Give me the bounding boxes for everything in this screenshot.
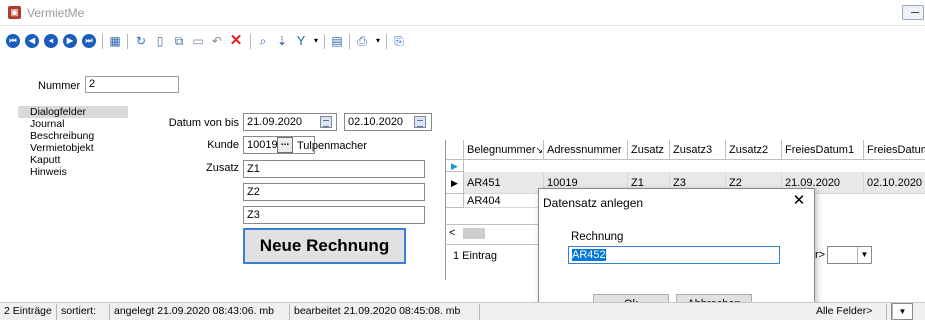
delete-icon[interactable]: ✕ (229, 33, 243, 48)
sidebar-item-kaputt[interactable]: Kaputt (18, 154, 128, 166)
window-title: VermietMe (27, 6, 85, 20)
customer-label: Kunde (207, 139, 239, 151)
sidebar-item-dialogfelder[interactable]: Dialogfelder (18, 106, 128, 118)
last-icon[interactable]: ⏭ (82, 34, 96, 48)
toolbar-separator (324, 34, 325, 49)
toolbar-separator (349, 34, 350, 49)
save-icon[interactable]: ▭ (191, 34, 205, 48)
status-fields[interactable]: Alle Felder> (812, 304, 887, 320)
status-entry-count: 2 Einträge (0, 304, 57, 320)
extra-field-2[interactable]: Z2 (243, 183, 425, 201)
filter-cursor-icon[interactable]: ⇣ (275, 34, 289, 48)
new-icon[interactable]: ▯ (153, 34, 167, 48)
scrollbar-thumb[interactable] (463, 228, 485, 239)
grid-cell[interactable]: AR404 (464, 194, 544, 208)
first-icon[interactable]: ⏮ (6, 34, 20, 48)
number-label: Nummer (38, 80, 81, 92)
toolbar-separator (127, 34, 128, 49)
grid-cell[interactable]: AR451 (464, 172, 544, 194)
new-invoice-button[interactable]: Neue Rechnung (243, 228, 406, 264)
prev-page-icon[interactable]: ◀ (25, 34, 39, 48)
create-record-dialog: Datensatz anlegen ✕ Rechnung AR452 Ok Ab… (538, 188, 815, 320)
chevron-down-icon[interactable]: ▼ (857, 247, 871, 263)
dropdown-icon[interactable]: ▾ (309, 34, 323, 48)
column-header-belegnummer[interactable]: Belegnummer↘ (464, 140, 544, 160)
toolbar-separator (250, 34, 251, 49)
filter-combo[interactable]: ▼ (827, 246, 872, 264)
status-sorted: sortiert: (57, 304, 110, 320)
grid-entry-count: 1 Eintrag (445, 244, 545, 266)
app-icon: ▣ (8, 6, 21, 19)
invoice-label: Rechnung (571, 231, 624, 243)
undo-icon[interactable]: ↶ (210, 34, 224, 48)
row-indicator (446, 194, 464, 208)
column-header-adressnummer[interactable]: Adressnummer (544, 140, 628, 160)
print-dropdown-icon[interactable]: ▾ (371, 34, 385, 48)
current-row-indicator-icon: ▶ (446, 172, 464, 194)
next-icon[interactable]: ▶ (63, 34, 77, 48)
sidebar-item-beschreibung[interactable]: Beschreibung (18, 130, 128, 142)
minimize-button[interactable] (902, 5, 924, 20)
scroll-left-icon[interactable]: < (449, 227, 455, 239)
toolbar-separator (102, 34, 103, 49)
column-header-zusatz3[interactable]: Zusatz3 (670, 140, 726, 160)
sidebar: Dialogfelder Journal Beschreibung Vermie… (18, 106, 128, 282)
horizontal-scrollbar[interactable]: < (445, 224, 545, 242)
column-header-freiesdatum1[interactable]: FreiesDatum1 (782, 140, 864, 160)
exit-icon[interactable]: ⎘ (392, 34, 406, 48)
toolbar-separator (386, 34, 387, 49)
status-created: angelegt 21.09.2020 08:43:06. mb (110, 304, 290, 320)
date-from-value: 21.09.2020 (247, 116, 303, 128)
column-header-freiesdatum[interactable]: FreiesDatum (864, 140, 925, 160)
title-bar: ▣ VermietMe (0, 0, 925, 26)
toolbar: ⏮ ◀ ◂ ▶ ⏭ ▦ ↻ ▯ ⧉ ▭ ↶ ✕ ⌕ ⇣ Y ▾ ▤ ⎙ ▾ ⎘ (0, 26, 925, 54)
extra-field-3[interactable]: Z3 (243, 206, 425, 224)
number-field[interactable]: 2 (85, 76, 179, 93)
refresh-icon[interactable]: ↻ (134, 34, 148, 48)
customer-lookup-button[interactable]: ... (277, 137, 293, 153)
grid-cell[interactable]: 02.10.2020 (864, 172, 925, 194)
date-label: Datum von bis (168, 117, 239, 129)
sidebar-item-hinweis[interactable]: Hinweis (18, 166, 128, 178)
report-icon[interactable]: ▤ (330, 34, 344, 48)
sidebar-item-vermietobjekt[interactable]: Vermietobjekt (18, 142, 128, 154)
fields-combo[interactable]: ▼ (891, 303, 913, 320)
sidebar-item-journal[interactable]: Journal (18, 118, 128, 130)
invoice-value: AR452 (572, 249, 606, 261)
column-header-zusatz[interactable]: Zusatz (628, 140, 670, 160)
new-row-indicator-icon: ▶ (446, 160, 464, 172)
filter-icon[interactable]: Y (294, 34, 308, 48)
copy-icon[interactable]: ⧉ (172, 34, 186, 48)
extra-label: Zusatz (205, 162, 239, 174)
grid-corner (446, 140, 464, 160)
customer-name: Tulpenmacher (297, 140, 367, 152)
column-header-zusatz2[interactable]: Zusatz2 (726, 140, 782, 160)
print-icon[interactable]: ⎙ (355, 34, 369, 48)
calendar-icon[interactable] (320, 116, 332, 128)
extra-field-1[interactable]: Z1 (243, 160, 425, 178)
status-bar: 2 Einträge sortiert: angelegt 21.09.2020… (0, 302, 925, 320)
grid-filter-area: r> ▼ (815, 244, 925, 266)
search-icon[interactable]: ⌕ (256, 34, 270, 48)
prev-icon[interactable]: ◂ (44, 34, 58, 48)
date-to-value: 02.10.2020 (348, 116, 404, 128)
sort-indicator-icon: ↘ (535, 145, 544, 155)
dialog-title: Datensatz anlegen (543, 196, 644, 210)
table-icon[interactable]: ▦ (108, 34, 122, 48)
calendar-icon[interactable] (414, 116, 426, 128)
invoice-field[interactable]: AR452 (568, 246, 780, 264)
status-edited: bearbeitet 21.09.2020 08:45:08. mb (290, 304, 480, 320)
close-icon[interactable]: ✕ (789, 193, 809, 209)
filter-text-fragment: r> (815, 249, 826, 261)
chevron-down-icon[interactable]: ▼ (892, 304, 912, 320)
